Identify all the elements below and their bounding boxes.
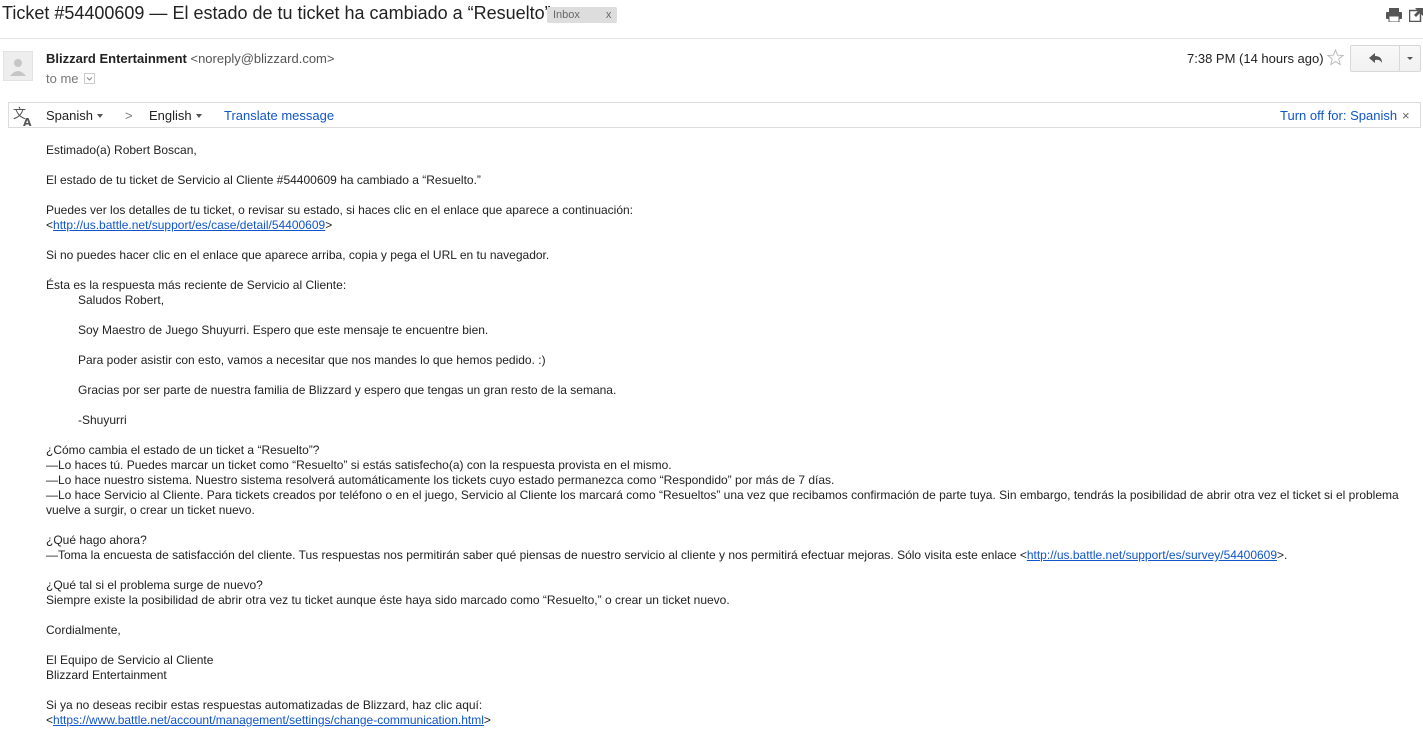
svg-text:A: A: [23, 116, 32, 127]
ticket-detail-link[interactable]: http://us.battle.net/support/es/case/det…: [53, 218, 325, 232]
sender: Blizzard Entertainment <noreply@blizzard…: [46, 51, 334, 66]
reply-signature: -Shuyurri: [78, 413, 127, 427]
more-actions-button[interactable]: [1400, 46, 1420, 71]
inbox-label[interactable]: Inbox x: [547, 7, 618, 23]
faq-again-answer: Siempre existe la posibilidad de abrir o…: [46, 593, 730, 607]
faq-how-answer-3: —Lo hace Servicio al Cliente. Para ticke…: [46, 488, 1399, 517]
remove-label-icon[interactable]: x: [606, 9, 612, 21]
details-paragraph: Puedes ver los detalles de tu ticket, o …: [46, 203, 634, 232]
closing: Cordialmente,: [46, 623, 121, 637]
reply-icon: [1369, 53, 1382, 63]
faq-what-question: ¿Qué hago ahora?: [46, 533, 147, 547]
inbox-label-text: Inbox: [553, 9, 580, 21]
faq-again: ¿Qué tal si el problema surge de nuevo? …: [46, 578, 1406, 608]
faq-what: ¿Qué hago ahora? —Toma la encuesta de sa…: [46, 533, 1288, 562]
source-language: Spanish: [46, 108, 93, 123]
reply-intro: Soy Maestro de Juego Shuyurri. Espero qu…: [78, 323, 489, 337]
subject-bar: Ticket #54400609 — El estado de tu ticke…: [0, 0, 1423, 34]
unsubscribe-paragraph: Si ya no deseas recibir estas respuestas…: [46, 698, 491, 727]
translate-bar: 文 A Spanish > English Translate message …: [8, 102, 1421, 128]
reply-thanks: Gracias por ser parte de nuestra familia…: [78, 383, 617, 397]
new-window-icon[interactable]: [1409, 8, 1423, 22]
email-body: Estimado(a) Robert Boscan, El estado de …: [46, 143, 1406, 743]
recipient: to me: [46, 71, 95, 86]
translate-icon: 文 A: [13, 107, 32, 127]
recent-response-intro: Ésta es la respuesta más reciente de Ser…: [46, 278, 347, 292]
signature: El Equipo de Servicio al Cliente Blizzar…: [46, 653, 1406, 683]
survey-link[interactable]: http://us.battle.net/support/es/survey/5…: [1027, 548, 1277, 562]
translate-message-link[interactable]: Translate message: [224, 108, 334, 123]
details-chevron-icon[interactable]: [83, 73, 95, 84]
status-line: El estado de tu ticket de Servicio al Cl…: [46, 173, 481, 187]
person-icon: [10, 59, 26, 76]
reply-button-group: [1350, 45, 1421, 72]
faq-how: ¿Cómo cambia el estado de un ticket a “R…: [46, 443, 1406, 518]
signature-company: Blizzard Entertainment: [46, 668, 167, 682]
caret-down-icon: [195, 114, 202, 118]
chevron-right-icon: >: [125, 108, 133, 123]
reply-greeting: Saludos Robert,: [78, 293, 165, 307]
reply-button[interactable]: [1351, 46, 1399, 71]
target-language: English: [149, 108, 192, 123]
faq-again-question: ¿Qué tal si el problema surge de nuevo?: [46, 578, 263, 592]
star-icon[interactable]: [1327, 49, 1344, 66]
avatar[interactable]: [3, 51, 33, 81]
target-language-dropdown[interactable]: English: [149, 108, 202, 123]
unsubscribe-text: Si ya no deseas recibir estas respuestas…: [46, 698, 483, 712]
unsubscribe-link[interactable]: https://www.battle.net/account/managemen…: [53, 713, 484, 727]
email-date: 7:38 PM (14 hours ago): [1187, 51, 1324, 66]
reply-assist: Para poder asistir con esto, vamos a nec…: [78, 353, 546, 367]
header-divider: [0, 38, 1423, 39]
faq-how-answer-2: —Lo hace nuestro sistema. Nuestro sistem…: [46, 473, 835, 487]
caret-down-icon: [96, 114, 103, 118]
details-text: Puedes ver los detalles de tu ticket, o …: [46, 203, 634, 217]
recipient-label: to me: [46, 71, 79, 86]
turn-off-translation-link[interactable]: Turn off for: Spanish: [1280, 108, 1397, 123]
chevron-down-icon: [1407, 57, 1413, 60]
faq-what-answer: —Toma la encuesta de satisfacción del cl…: [46, 548, 1020, 562]
greeting: Estimado(a) Robert Boscan,: [46, 143, 197, 157]
agent-response: Saludos Robert, Soy Maestro de Juego Shu…: [46, 293, 1406, 428]
sender-name[interactable]: Blizzard Entertainment: [46, 51, 187, 66]
faq-how-question: ¿Cómo cambia el estado de un ticket a “R…: [46, 443, 320, 457]
copy-instructions: Si no puedes hacer clic en el enlace que…: [46, 248, 550, 262]
sender-email: <noreply@blizzard.com>: [190, 51, 335, 66]
email-subject: Ticket #54400609 — El estado de tu ticke…: [2, 3, 551, 23]
source-language-dropdown[interactable]: Spanish: [46, 108, 103, 123]
print-icon[interactable]: [1386, 8, 1402, 22]
signature-team: El Equipo de Servicio al Cliente: [46, 653, 214, 667]
faq-how-answer-1: —Lo haces tú. Puedes marcar un ticket co…: [46, 458, 672, 472]
close-icon[interactable]: ×: [1402, 108, 1410, 123]
